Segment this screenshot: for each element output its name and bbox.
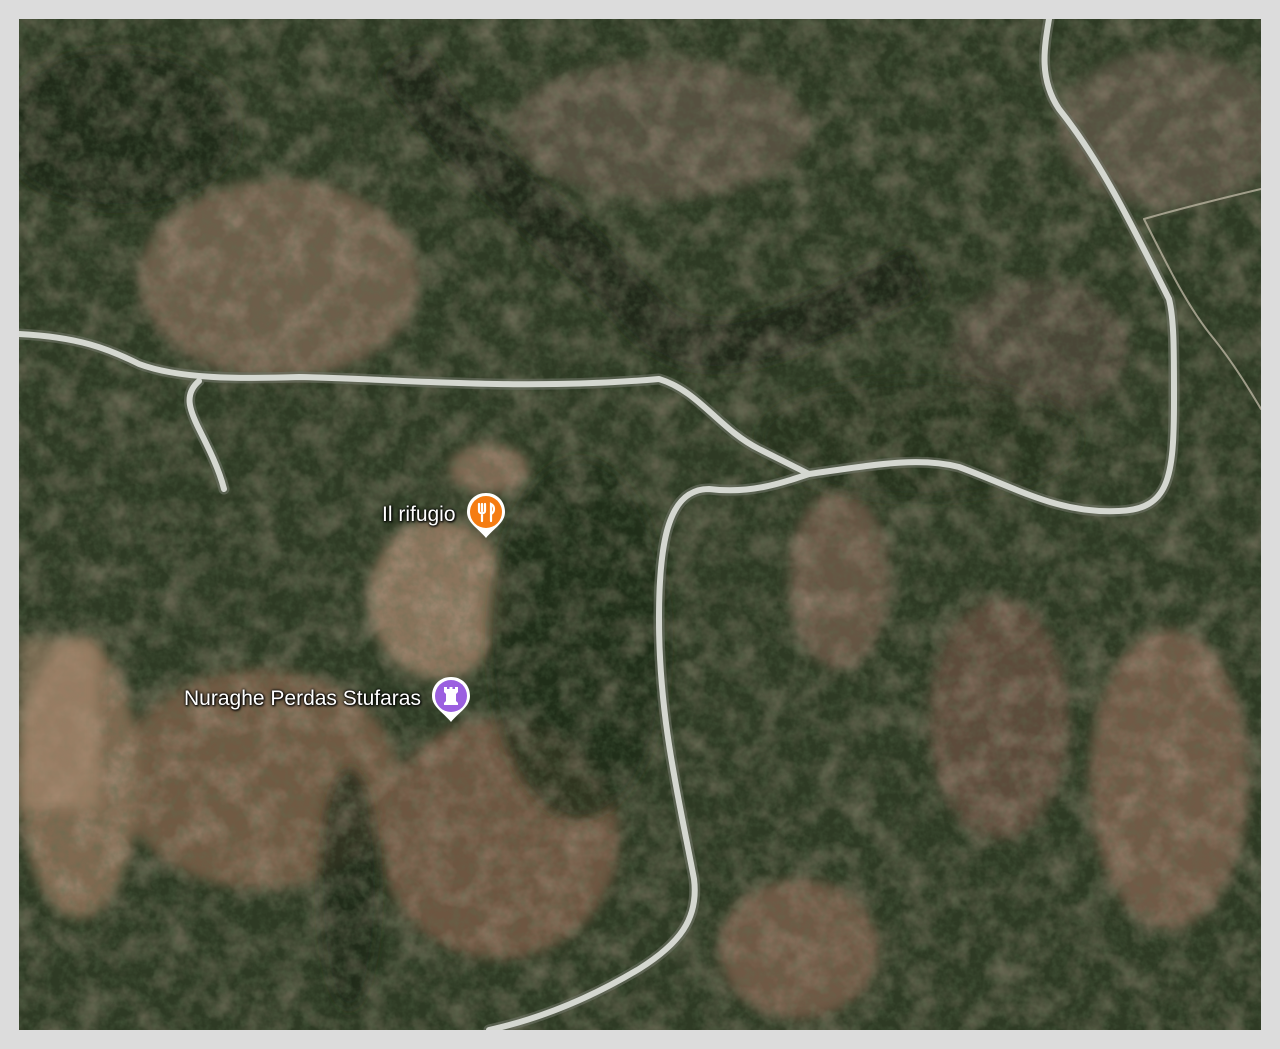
- poi-label[interactable]: Nuraghe Perdas Stufaras: [184, 687, 421, 711]
- poi-il-rifugio[interactable]: Il rifugio: [382, 490, 508, 540]
- poi-nuraghe-perdas-stufaras[interactable]: Nuraghe Perdas Stufaras: [184, 674, 473, 724]
- satellite-imagery: [19, 19, 1261, 1030]
- poi-label[interactable]: Il rifugio: [382, 503, 456, 527]
- tower-icon[interactable]: [429, 674, 473, 724]
- satellite-map[interactable]: Il rifugio Nuraghe Perdas Stufaras: [19, 19, 1261, 1030]
- restaurant-icon[interactable]: [464, 490, 508, 540]
